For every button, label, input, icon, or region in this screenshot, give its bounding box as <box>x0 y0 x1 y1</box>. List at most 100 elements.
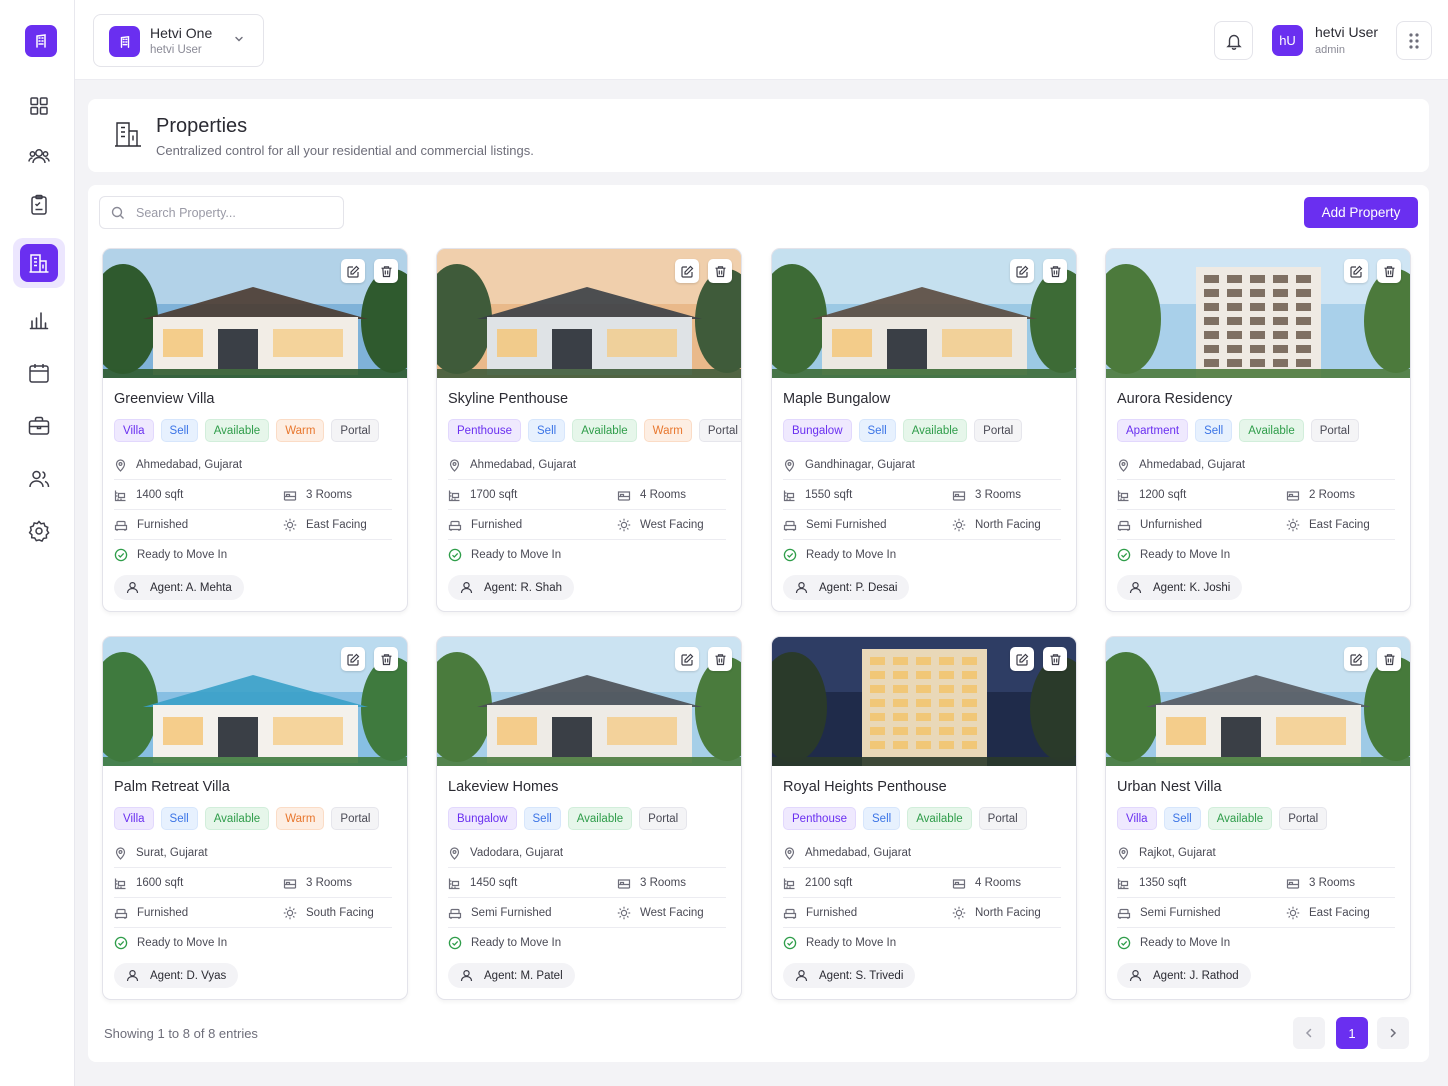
trash-icon <box>381 265 391 277</box>
agent-chip[interactable]: Agent: P. Desai <box>783 575 910 600</box>
source-badge: Portal <box>978 807 1027 830</box>
page-button-current[interactable]: 1 <box>1336 1017 1368 1049</box>
agent-chip[interactable]: Agent: S. Trivedi <box>783 963 916 988</box>
edit-button[interactable] <box>675 259 699 283</box>
sun-compass-icon <box>283 518 297 532</box>
delete-button[interactable] <box>374 259 398 283</box>
search-input[interactable] <box>136 203 336 223</box>
status-badge: Available <box>1239 419 1304 442</box>
possession-row: Ready to Move In <box>1117 928 1395 958</box>
location-pin-icon <box>115 458 126 472</box>
property-card[interactable]: Maple Bungalow Bungalow Sell Available Porta… <box>771 248 1077 612</box>
edit-icon <box>1349 653 1362 666</box>
size-row: 2100 sqft 4 Rooms <box>783 868 1061 898</box>
sun-compass-icon <box>952 906 966 920</box>
edit-button[interactable] <box>1344 647 1368 671</box>
sidebar-item-dashboard[interactable] <box>13 81 65 131</box>
add-property-button[interactable]: Add Property <box>1304 197 1418 228</box>
notifications-button[interactable] <box>1214 21 1253 60</box>
agent-chip[interactable]: Agent: J. Rathod <box>1117 963 1251 988</box>
apps-menu-button[interactable] <box>1396 21 1432 60</box>
property-card[interactable]: Aurora Residency Apartment Sell Available Po… <box>1105 248 1411 612</box>
building-logo-icon <box>36 34 46 48</box>
location-row: Ahmedabad, Gujarat <box>114 450 392 480</box>
deal-badge: Sell <box>528 419 566 442</box>
edit-button[interactable] <box>1010 259 1034 283</box>
delete-button[interactable] <box>708 647 732 671</box>
sidebar-item-analytics[interactable] <box>13 295 65 345</box>
avatar[interactable]: hU <box>1272 25 1303 56</box>
property-title: Palm Retreat Villa <box>114 779 230 795</box>
sidebar-item-properties[interactable] <box>13 238 65 288</box>
property-card[interactable]: Royal Heights Penthouse Penthouse Sell Avai… <box>771 636 1077 1000</box>
delete-button[interactable] <box>1377 259 1401 283</box>
grid-icon <box>30 97 48 115</box>
trash-icon <box>1050 653 1060 665</box>
trash-icon <box>1384 653 1394 665</box>
user-icon <box>795 969 808 982</box>
lead-badge: Warm <box>276 419 325 442</box>
app-logo[interactable] <box>25 25 57 57</box>
delete-button[interactable] <box>1043 647 1067 671</box>
delete-button[interactable] <box>1377 647 1401 671</box>
search-box[interactable] <box>99 196 344 229</box>
bed-icon <box>952 490 966 501</box>
area-text: 1550 sqft <box>805 489 853 501</box>
sun-compass-icon <box>617 518 631 532</box>
sun-compass-icon <box>1286 518 1300 532</box>
area-ruler-icon <box>114 490 126 501</box>
bed-icon <box>617 490 631 501</box>
next-page-button[interactable] <box>1377 1017 1409 1049</box>
edit-button[interactable] <box>1344 259 1368 283</box>
sofa-icon <box>783 908 797 919</box>
bed-icon <box>617 878 631 889</box>
sidebar-item-settings[interactable] <box>13 506 65 556</box>
agent-name: Agent: K. Joshi <box>1153 581 1231 594</box>
furnishing-text: Furnished <box>806 907 858 919</box>
agent-chip[interactable]: Agent: R. Shah <box>448 575 574 600</box>
org-switcher[interactable]: Hetvi One hetvi User <box>93 14 264 67</box>
sidebar-item-calendar[interactable] <box>13 348 65 398</box>
building-icon <box>115 122 141 147</box>
agent-chip[interactable]: Agent: D. Vyas <box>114 963 239 988</box>
edit-icon <box>346 265 359 278</box>
prev-page-button[interactable] <box>1293 1017 1325 1049</box>
bed-icon <box>1286 878 1300 889</box>
source-badge: Portal <box>1310 419 1359 442</box>
property-card[interactable]: Urban Nest Villa Villa Sell Available Portal… <box>1105 636 1411 1000</box>
delete-button[interactable] <box>708 259 732 283</box>
delete-button[interactable] <box>374 647 398 671</box>
user-icon <box>126 969 139 982</box>
location-pin-icon <box>1118 846 1129 860</box>
sidebar-item-deals[interactable] <box>13 401 65 451</box>
property-card[interactable]: Skyline Penthouse Penthouse Sell Available W… <box>436 248 742 612</box>
edit-icon <box>1015 653 1028 666</box>
edit-button[interactable] <box>341 259 365 283</box>
sofa-icon <box>114 908 128 919</box>
sidebar-item-contacts[interactable] <box>13 454 65 504</box>
property-card[interactable]: Greenview Villa Villa Sell Available Warm Por… <box>102 248 408 612</box>
sidebar-item-users[interactable] <box>13 131 65 181</box>
agent-chip[interactable]: Agent: K. Joshi <box>1117 575 1243 600</box>
size-row: 1350 sqft 3 Rooms <box>1117 868 1395 898</box>
tag-list: Villa Sell Available Portal <box>1117 807 1328 830</box>
check-circle-icon <box>783 548 797 562</box>
bell-icon <box>1225 34 1242 50</box>
sidebar-item-tasks[interactable] <box>13 180 65 230</box>
area-ruler-icon <box>1117 878 1129 889</box>
possession-text: Ready to Move In <box>471 549 562 561</box>
edit-button[interactable] <box>341 647 365 671</box>
edit-button[interactable] <box>675 647 699 671</box>
top-header: Hetvi One hetvi User hU hetvi User admin <box>75 0 1448 80</box>
rooms-text: 2 Rooms <box>1309 489 1356 501</box>
org-name: Hetvi One <box>150 25 213 41</box>
furnishing-text: Unfurnished <box>1140 519 1203 531</box>
property-title: Royal Heights Penthouse <box>783 779 947 795</box>
property-card[interactable]: Palm Retreat Villa Villa Sell Available Warm… <box>102 636 408 1000</box>
delete-button[interactable] <box>1043 259 1067 283</box>
edit-button[interactable] <box>1010 647 1034 671</box>
agent-chip[interactable]: Agent: M. Patel <box>448 963 575 988</box>
area-ruler-icon <box>783 878 795 889</box>
agent-chip[interactable]: Agent: A. Mehta <box>114 575 244 600</box>
property-card[interactable]: Lakeview Homes Bungalow Sell Available Porta… <box>436 636 742 1000</box>
